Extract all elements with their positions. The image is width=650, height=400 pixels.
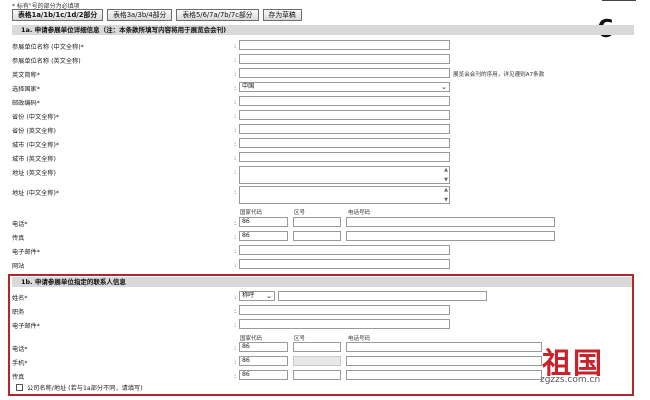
short-en-input[interactable] (239, 68, 450, 78)
scroll-down-icon[interactable]: ▼ (444, 197, 448, 203)
section-1a-header: 1a. 申请参展单位详细信息（注：本条款所填写内容将用于展览会会刊) (12, 25, 634, 35)
row-name-en: 参展单位名称 (英文全称) : (12, 54, 632, 66)
chevron-down-icon: ⌄ (441, 83, 447, 91)
row-postcode: 邮政编码* : (12, 96, 632, 108)
contact-phone-country-code-input[interactable]: 86 (239, 342, 288, 352)
email-input[interactable] (239, 245, 450, 255)
page-number-box (602, 0, 636, 2)
salutation-select-value: 称呼 (242, 292, 255, 299)
city-cn-input[interactable] (239, 138, 450, 148)
row-contact-name: 姓名* : 称呼 ⌄ (12, 291, 632, 303)
label-province-cn: 省份 (中文全称)* (12, 114, 60, 121)
label-name-cn: 参展单位名称 (中文全称)* (12, 44, 84, 51)
fax-country-code-input[interactable]: 86 (239, 231, 288, 241)
phone-country-code-input[interactable]: 86 (239, 217, 288, 227)
tab-part-5-7[interactable]: 表格5/6/7a/7b/7c部分 (176, 9, 259, 21)
row-province-cn: 省份 (中文全称)* : (12, 110, 632, 122)
label-country: 选择国家* (12, 86, 40, 93)
contact-fax-country-code-input[interactable]: 86 (239, 370, 288, 380)
row-website: 网站 : (12, 259, 632, 271)
postcode-input[interactable] (239, 96, 450, 106)
country-select-value: 中国 (242, 83, 255, 90)
label-contact-phone: 电话* (12, 346, 28, 353)
label-address-cn: 地址 (中文全称)* (12, 190, 60, 197)
contact-name-input[interactable] (278, 291, 487, 301)
website-input[interactable] (239, 259, 450, 269)
label-phone: 电话* (12, 221, 28, 228)
scroll-down-icon[interactable]: ▼ (444, 177, 448, 183)
col-phone-number-1b: 电话号码 (348, 336, 371, 342)
contact-email-input[interactable] (239, 319, 450, 329)
col-country-code: 国家代码 (240, 210, 263, 216)
province-cn-input[interactable] (239, 110, 450, 120)
save-draft-button[interactable]: 存为草稿 (262, 9, 302, 21)
salutation-select[interactable]: 称呼 ⌄ (239, 291, 275, 301)
contact-fax-area-code-input[interactable] (293, 370, 341, 380)
phone-area-code-input[interactable] (293, 217, 341, 227)
contact-phone-number-input[interactable] (346, 342, 542, 352)
row-country: 选择国家* : 中国 ⌄ (12, 82, 632, 94)
name-cn-input[interactable] (239, 40, 450, 50)
city-en-input[interactable] (239, 152, 450, 162)
watermark-url: zgzzs.com.cn (540, 375, 601, 385)
row-province-en: 省份 (英文全称) : (12, 124, 632, 136)
scroll-up-icon[interactable]: ▲ (444, 187, 448, 193)
row-address-cn: 地址 (中文全称)* : ▲ ▼ (12, 186, 450, 204)
label-province-en: 省份 (英文全称) (12, 128, 56, 135)
label-fax: 传真 (12, 235, 25, 242)
label-postcode: 邮政编码* (12, 100, 40, 107)
label-city-cn: 城市 (中文全称)* (12, 142, 60, 149)
row-address-en: 地址 (英文全称) : ▲ ▼ (12, 166, 450, 184)
label-contact-fax: 传真 (12, 374, 25, 381)
form-tabs: 表格1a/1b/1c/1d/2部分 表格3a/3b/4部分 表格5/6/7a/7… (12, 9, 302, 21)
row-city-en: 城市 (英文全称) : (12, 152, 632, 164)
row-name-cn: 参展单位名称 (中文全称)* : (12, 40, 632, 52)
label-contact-name: 姓名* (12, 295, 28, 302)
contact-fax-number-input[interactable] (346, 370, 542, 380)
row-email: 电子邮件* : (12, 245, 632, 257)
row-short-en: 英文简称* : 展览会会刊的序用，详见遵则A7条款 (12, 68, 545, 79)
chevron-down-icon: ⌄ (266, 292, 272, 300)
company-address-checkbox-label: 公司名称/地址 (若与1a部分不同，请填写) (27, 385, 143, 392)
address-cn-textarea[interactable]: ▲ ▼ (239, 186, 450, 204)
scroll-up-icon[interactable]: ▲ (444, 167, 448, 173)
col-area-code-1b: 区号 (294, 336, 306, 342)
label-mobile: 手机* (12, 360, 28, 367)
fax-number-input[interactable] (346, 231, 555, 241)
col-area-code: 区号 (294, 210, 306, 216)
country-select[interactable]: 中国 ⌄ (239, 82, 450, 92)
tab-part-1-2[interactable]: 表格1a/1b/1c/1d/2部分 (12, 9, 104, 21)
label-contact-email: 电子邮件* (12, 323, 40, 330)
mobile-country-code-input[interactable]: 86 (239, 356, 288, 366)
label-name-en: 参展单位名称 (英文全称) (12, 58, 81, 65)
col-phone-number: 电话号码 (348, 210, 371, 216)
row-contact-email: 电子邮件* : (12, 319, 632, 331)
tab-part-3-4[interactable]: 表格3a/3b/4部分 (107, 9, 173, 21)
company-address-checkbox[interactable] (16, 384, 23, 391)
row-job-title: 职务 : (12, 305, 632, 317)
fax-area-code-input[interactable] (293, 231, 341, 241)
address-en-textarea[interactable]: ▲ ▼ (239, 166, 450, 184)
job-title-input[interactable] (239, 305, 450, 315)
name-en-input[interactable] (239, 54, 450, 64)
label-email: 电子邮件* (12, 249, 40, 256)
mobile-area-code-input (293, 356, 341, 366)
row-phone: 电话* : 86 (12, 217, 632, 229)
label-job-title: 职务 (12, 309, 25, 316)
col-country-code-1b: 国家代码 (240, 336, 263, 342)
row-city-cn: 城市 (中文全称)* : (12, 138, 632, 150)
contact-phone-area-code-input[interactable] (293, 342, 341, 352)
phone-number-input[interactable] (346, 217, 555, 227)
label-website: 网站 (12, 263, 25, 270)
section-1b-header: 1b. 申请参展单位指定的联系人信息 (12, 277, 632, 287)
watermark-logo: 祖国 zgzzs.com.cn (538, 340, 634, 392)
row-fax: 传真 : 86 (12, 231, 632, 243)
label-short-en: 英文简称* (12, 72, 40, 79)
mobile-number-input[interactable] (346, 356, 542, 366)
short-en-hint: 展览会会刊的序用，详见遵则A7条款 (453, 72, 545, 78)
province-en-input[interactable] (239, 124, 450, 134)
label-address-en: 地址 (英文全称) (12, 170, 56, 177)
label-city-en: 城市 (英文全称) (12, 156, 56, 163)
